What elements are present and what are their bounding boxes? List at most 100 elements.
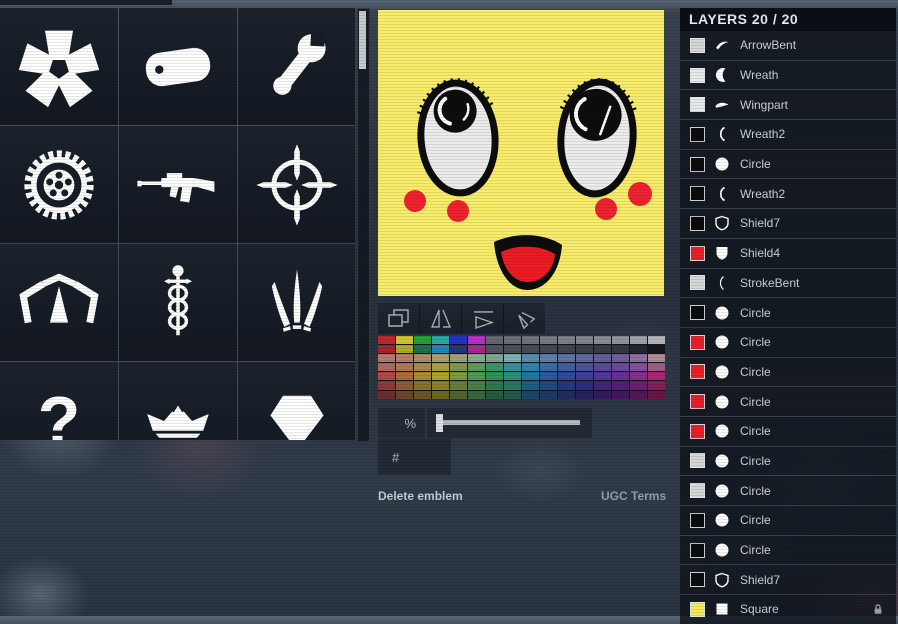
palette-swatch-r7-c13[interactable] [594, 391, 611, 399]
palette-swatch-r1-c11[interactable] [558, 336, 575, 344]
palette-swatch-r1-c15[interactable] [630, 336, 647, 344]
palette-swatch-r5-c11[interactable] [558, 372, 575, 380]
layer-row-11-circle[interactable]: Circle [680, 327, 896, 357]
layer-row-10-circle[interactable]: Circle [680, 297, 896, 327]
palette-swatch-r1-c8[interactable] [504, 336, 521, 344]
palette-swatch-r3-c14[interactable] [612, 354, 629, 362]
layer-color-swatch[interactable] [690, 364, 705, 379]
palette-swatch-r3-c3[interactable] [414, 354, 431, 362]
palette-swatch-r5-c1[interactable] [378, 372, 395, 380]
palette-swatch-r7-c14[interactable] [612, 391, 629, 399]
palette-swatch-r4-c2[interactable] [396, 363, 413, 371]
layer-row-16-circle[interactable]: Circle [680, 475, 896, 505]
palette-swatch-r4-c3[interactable] [414, 363, 431, 371]
palette-swatch-r7-c15[interactable] [630, 391, 647, 399]
layer-color-swatch[interactable] [690, 186, 705, 201]
palette-swatch-r4-c5[interactable] [450, 363, 467, 371]
palette-swatch-r3-c6[interactable] [468, 354, 485, 362]
palette-swatch-r2-c14[interactable] [612, 345, 629, 353]
palette-swatch-r7-c10[interactable] [540, 391, 557, 399]
slider-track[interactable] [437, 420, 580, 425]
palette-swatch-r3-c10[interactable] [540, 354, 557, 362]
layer-color-swatch[interactable] [690, 305, 705, 320]
palette-swatch-r1-c1[interactable] [378, 336, 395, 344]
layer-color-swatch[interactable] [690, 38, 705, 53]
palette-swatch-r2-c13[interactable] [594, 345, 611, 353]
palette-swatch-r5-c4[interactable] [432, 372, 449, 380]
layer-row-18-circle[interactable]: Circle [680, 535, 896, 565]
palette-swatch-r1-c16[interactable] [648, 336, 665, 344]
palette-swatch-r4-c16[interactable] [648, 363, 665, 371]
flip-vertical-button[interactable] [462, 303, 504, 334]
palette-swatch-r4-c15[interactable] [630, 363, 647, 371]
palette-swatch-r4-c6[interactable] [468, 363, 485, 371]
emblem-shape-tile-crown[interactable] [0, 244, 118, 361]
palette-swatch-r5-c9[interactable] [522, 372, 539, 380]
palette-swatch-r6-c15[interactable] [630, 381, 647, 389]
layer-row-2-wreath[interactable]: Wreath [680, 60, 896, 90]
layer-color-swatch[interactable] [690, 127, 705, 142]
shape-library-scrollbar[interactable] [357, 8, 370, 442]
layer-color-swatch[interactable] [690, 513, 705, 528]
emblem-shape-tile-rifle[interactable] [119, 126, 237, 243]
palette-swatch-r6-c13[interactable] [594, 381, 611, 389]
palette-swatch-r5-c15[interactable] [630, 372, 647, 380]
layer-row-12-circle[interactable]: Circle [680, 357, 896, 387]
palette-swatch-r2-c11[interactable] [558, 345, 575, 353]
palette-swatch-r3-c1[interactable] [378, 354, 395, 362]
palette-swatch-r6-c10[interactable] [540, 381, 557, 389]
palette-swatch-r1-c2[interactable] [396, 336, 413, 344]
palette-swatch-r1-c5[interactable] [450, 336, 467, 344]
palette-swatch-r2-c4[interactable] [432, 345, 449, 353]
layer-row-13-circle[interactable]: Circle [680, 386, 896, 416]
slider-thumb[interactable] [436, 414, 443, 432]
layer-color-swatch[interactable] [690, 157, 705, 172]
palette-swatch-r2-c16[interactable] [648, 345, 665, 353]
palette-swatch-r2-c10[interactable] [540, 345, 557, 353]
layer-color-swatch[interactable] [690, 572, 705, 587]
palette-swatch-r7-c6[interactable] [468, 391, 485, 399]
emblem-shape-tile-crown-low[interactable] [119, 362, 237, 440]
palette-swatch-r2-c7[interactable] [486, 345, 503, 353]
layer-color-swatch[interactable] [690, 424, 705, 439]
palette-swatch-r2-c9[interactable] [522, 345, 539, 353]
emblem-shape-tile-diamond[interactable] [238, 362, 355, 440]
palette-swatch-r5-c14[interactable] [612, 372, 629, 380]
palette-swatch-r2-c1[interactable] [378, 345, 395, 353]
palette-swatch-r4-c11[interactable] [558, 363, 575, 371]
palette-swatch-r5-c7[interactable] [486, 372, 503, 380]
scrollbar-thumb[interactable] [359, 11, 366, 69]
palette-swatch-r7-c3[interactable] [414, 391, 431, 399]
palette-swatch-r6-c4[interactable] [432, 381, 449, 389]
delete-emblem-link[interactable]: Delete emblem [378, 489, 463, 503]
layer-color-swatch[interactable] [690, 394, 705, 409]
palette-swatch-r5-c2[interactable] [396, 372, 413, 380]
palette-swatch-r3-c8[interactable] [504, 354, 521, 362]
palette-swatch-r6-c12[interactable] [576, 381, 593, 389]
palette-swatch-r2-c2[interactable] [396, 345, 413, 353]
layer-row-3-wingpart[interactable]: Wingpart [680, 89, 896, 119]
layer-color-swatch[interactable] [690, 246, 705, 261]
palette-swatch-r4-c1[interactable] [378, 363, 395, 371]
palette-swatch-r5-c10[interactable] [540, 372, 557, 380]
emblem-shape-tile-dog-tag[interactable] [119, 8, 237, 125]
hex-color-input[interactable] [403, 449, 447, 466]
palette-swatch-r4-c14[interactable] [612, 363, 629, 371]
palette-swatch-r6-c11[interactable] [558, 381, 575, 389]
palette-swatch-r5-c3[interactable] [414, 372, 431, 380]
palette-swatch-r7-c8[interactable] [504, 391, 521, 399]
emblem-preview-canvas[interactable] [378, 10, 664, 296]
emblem-shape-tile-asterisk[interactable] [0, 8, 118, 125]
palette-swatch-r7-c5[interactable] [450, 391, 467, 399]
palette-swatch-r4-c12[interactable] [576, 363, 593, 371]
layer-row-7-shield7[interactable]: Shield7 [680, 208, 896, 238]
layer-color-swatch[interactable] [690, 543, 705, 558]
palette-swatch-r1-c10[interactable] [540, 336, 557, 344]
flip-horizontal-button[interactable] [420, 303, 462, 334]
palette-swatch-r7-c1[interactable] [378, 391, 395, 399]
layer-color-swatch[interactable] [690, 275, 705, 290]
layer-color-swatch[interactable] [690, 483, 705, 498]
ugc-terms-link[interactable]: UGC Terms [601, 489, 666, 503]
palette-swatch-r6-c3[interactable] [414, 381, 431, 389]
palette-swatch-r2-c6[interactable] [468, 345, 485, 353]
